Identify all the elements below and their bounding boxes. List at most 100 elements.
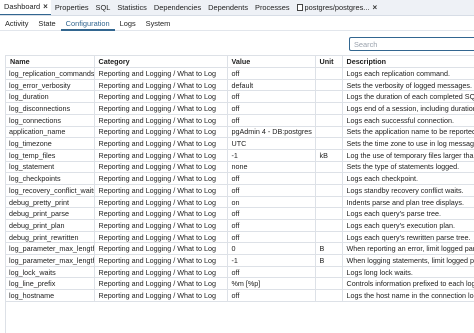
table-row[interactable]: log_hostname Reporting and Logging / What… — [6, 289, 474, 302]
table-row[interactable]: log_temp_files Reporting and Logging / Wh… — [6, 149, 474, 162]
description-cell: Sets the type of statements logged. — [342, 161, 474, 174]
table-row[interactable]: log_disconnections Reporting and Logging … — [6, 102, 474, 115]
tab-dependents[interactable]: Dependents — [204, 0, 251, 15]
category-cell: Reporting and Logging / What to Log — [94, 277, 228, 291]
name-cell: log_checkpoints — [6, 172, 95, 185]
tab-sql[interactable]: SQL — [92, 0, 114, 15]
table-row[interactable]: log_replication_commands Reporting and Lo… — [6, 67, 474, 80]
value-cell: off — [227, 90, 316, 104]
category-cell: Reporting and Logging / What to Log — [94, 254, 228, 267]
description-cell: Logs each successful connection. — [342, 114, 474, 127]
description-cell: Logs the duration of each completed SQL … — [342, 90, 474, 104]
value-cell: off — [227, 266, 316, 279]
tab-label: postgres/postgres... — [304, 3, 370, 12]
tab-dashboard[interactable]: Dashboard × — [0, 0, 51, 15]
name-cell: log_statement — [6, 161, 95, 174]
table-row[interactable]: log_statement Reporting and Logging / Wha… — [6, 161, 474, 174]
category-cell: Reporting and Logging / What to Log — [94, 137, 228, 150]
description-cell: Logs each checkpoint. — [342, 172, 474, 185]
value-cell: -1 — [227, 254, 316, 267]
query-file-icon — [296, 4, 303, 11]
table-row[interactable]: log_connections Reporting and Logging / W… — [6, 114, 474, 127]
tab-query-tool[interactable]: postgres/postgres... × — [293, 0, 381, 15]
table-row[interactable]: log_checkpoints Reporting and Logging / W… — [6, 172, 474, 185]
description-cell: Logs standby recovery conflict waits. — [342, 184, 474, 197]
tab-processes[interactable]: Processes — [251, 0, 293, 15]
subtab-logs[interactable]: Logs — [115, 16, 141, 31]
subtab-system[interactable]: System — [141, 16, 176, 31]
table-row[interactable]: log_line_prefix Reporting and Logging / W… — [6, 277, 474, 291]
value-cell: off — [227, 207, 316, 221]
description-cell: Controls information prefixed to each lo… — [342, 277, 474, 291]
description-cell: Logs each query's execution plan. — [342, 219, 474, 232]
value-cell: off — [227, 67, 316, 80]
subtab-state[interactable]: State — [33, 16, 60, 31]
value-cell: off — [227, 172, 316, 185]
unit-cell — [315, 102, 343, 115]
column-header-description[interactable]: Description — [342, 56, 474, 69]
unit-cell — [315, 219, 343, 232]
category-cell: Reporting and Logging / What to Log — [94, 149, 228, 162]
value-cell: off — [227, 289, 316, 302]
column-header-unit[interactable]: Unit — [315, 56, 343, 69]
close-icon[interactable]: × — [43, 2, 48, 11]
tab-properties[interactable]: Properties — [51, 0, 92, 15]
table-row[interactable]: debug_print_plan Reporting and Logging / … — [6, 219, 474, 232]
name-cell: log_connections — [6, 114, 95, 127]
value-cell: off — [227, 184, 316, 197]
table-row[interactable]: log_parameter_max_length Reporting and Lo… — [6, 254, 474, 267]
description-cell: Logs end of a session, including duratio… — [342, 102, 474, 115]
unit-cell: B — [315, 242, 343, 256]
category-cell: Reporting and Logging / What to Log — [94, 67, 228, 80]
name-cell: debug_print_parse — [6, 207, 95, 221]
table-row[interactable]: debug_print_rewritten Reporting and Loggi… — [6, 231, 474, 244]
table-row[interactable]: log_lock_waits Reporting and Logging / Wh… — [6, 266, 474, 279]
name-cell: log_parameter_max_length... — [6, 242, 95, 256]
category-cell: Reporting and Logging / What to Log — [94, 90, 228, 104]
category-cell: Reporting and Logging / What to Log — [94, 289, 228, 302]
table-row[interactable]: debug_pretty_print Reporting and Logging … — [6, 196, 474, 209]
value-cell: off — [227, 102, 316, 115]
category-cell: Reporting and Logging / What to Log — [94, 219, 228, 232]
table-row[interactable]: log_error_verbosity Reporting and Logging… — [6, 79, 474, 92]
name-cell: debug_pretty_print — [6, 196, 95, 209]
search-input[interactable] — [349, 37, 474, 51]
table-row[interactable]: debug_print_parse Reporting and Logging /… — [6, 207, 474, 221]
unit-cell — [315, 126, 343, 139]
name-cell: log_recovery_conflict_waits — [6, 184, 95, 197]
subtab-activity[interactable]: Activity — [0, 16, 33, 31]
table-row[interactable]: log_parameter_max_length... Reporting and… — [6, 242, 474, 256]
name-cell: debug_print_rewritten — [6, 231, 95, 244]
value-cell: none — [227, 161, 316, 174]
column-header-category[interactable]: Category — [94, 56, 228, 69]
table-row[interactable]: application_name Reporting and Logging / … — [6, 126, 474, 139]
tab-dependencies[interactable]: Dependencies — [150, 0, 204, 15]
tab-label: Dashboard — [4, 2, 41, 11]
tab-statistics[interactable]: Statistics — [113, 0, 150, 15]
description-cell: Sets the time zone to use in log message… — [342, 137, 474, 150]
name-cell: log_hostname — [6, 289, 95, 302]
category-cell: Reporting and Logging / What to Log — [94, 266, 228, 279]
table-row[interactable]: log_timezone Reporting and Logging / What… — [6, 137, 474, 150]
column-header-name[interactable]: Name — [6, 56, 95, 69]
tab-label: Statistics — [117, 3, 147, 12]
unit-cell — [315, 79, 343, 92]
description-cell: Logs long lock waits. — [342, 266, 474, 279]
value-cell: UTC — [227, 137, 316, 150]
column-header-value[interactable]: Value — [227, 56, 316, 69]
table-row[interactable]: log_recovery_conflict_waits Reporting and… — [6, 184, 474, 197]
name-cell: log_temp_files — [6, 149, 95, 162]
name-cell: log_duration — [6, 90, 95, 104]
description-cell: Sets the application name to be reported… — [342, 126, 474, 139]
subtab-configuration[interactable]: Configuration — [60, 16, 115, 31]
name-cell: log_disconnections — [6, 102, 95, 115]
unit-cell — [315, 207, 343, 221]
value-cell: off — [227, 114, 316, 127]
tab-label: Dependencies — [153, 3, 202, 12]
close-icon[interactable]: × — [372, 3, 377, 12]
description-cell: Indents parse and plan tree displays. — [342, 196, 474, 209]
table-row[interactable]: log_duration Reporting and Logging / What… — [6, 90, 474, 104]
unit-cell — [315, 266, 343, 279]
category-cell: Reporting and Logging / What to Log — [94, 79, 228, 92]
value-cell: off — [227, 219, 316, 232]
